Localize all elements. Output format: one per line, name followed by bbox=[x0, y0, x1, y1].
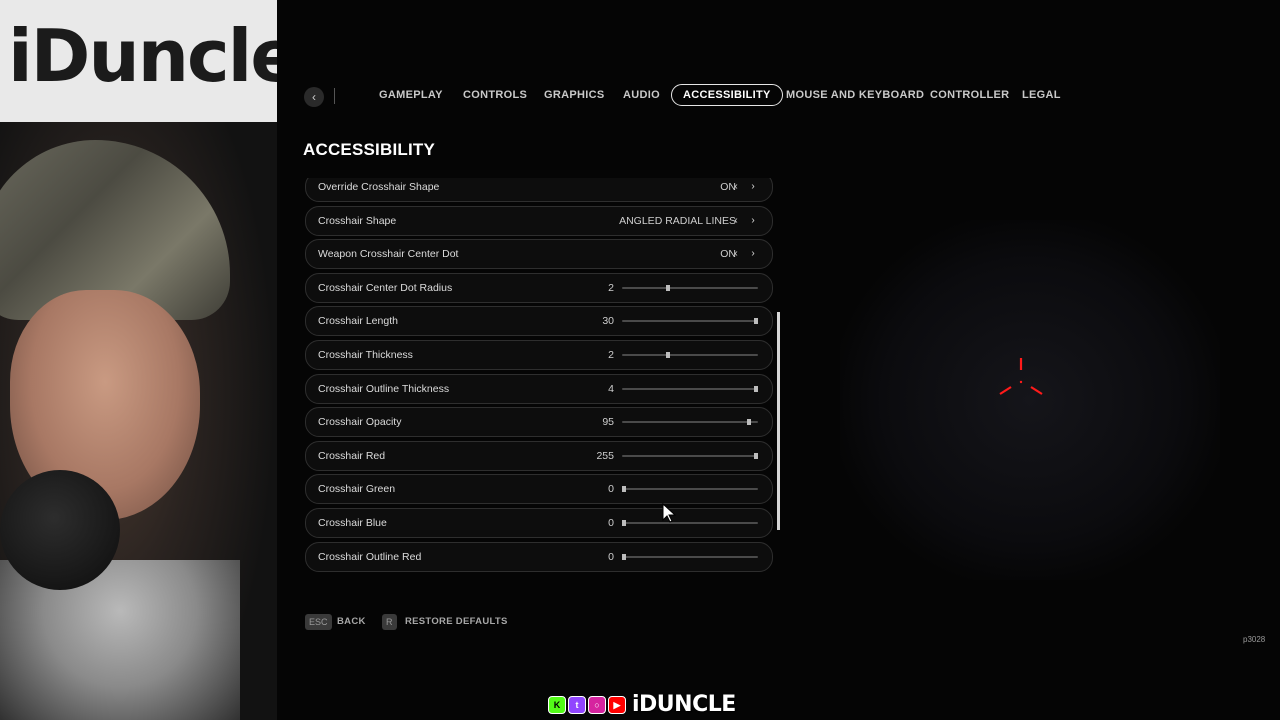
chevron-right-icon[interactable]: › bbox=[747, 180, 759, 194]
setting-label: Crosshair Shape bbox=[318, 214, 397, 227]
slider-track[interactable] bbox=[622, 318, 758, 325]
setting-label: Crosshair Outline Thickness bbox=[318, 382, 450, 395]
instagram-icon: ○ bbox=[588, 696, 606, 714]
setting-value: 2 bbox=[608, 349, 614, 361]
chevron-left-icon[interactable]: ‹ bbox=[730, 180, 742, 194]
esc-key-hint: ESC bbox=[305, 614, 332, 630]
slider-handle[interactable] bbox=[754, 452, 758, 459]
tab-gameplay[interactable]: GAMEPLAY bbox=[379, 84, 443, 106]
setting-label: Crosshair Green bbox=[318, 483, 396, 496]
setting-value: 95 bbox=[602, 416, 614, 429]
chevron-right-icon[interactable]: › bbox=[747, 247, 759, 261]
slider-handle[interactable] bbox=[622, 553, 626, 560]
tab-graphics[interactable]: GRAPHICS bbox=[544, 84, 604, 106]
setting-label: Override Crosshair Shape bbox=[318, 181, 440, 193]
watermark-text: p3028 bbox=[1243, 635, 1266, 644]
mouse-cursor-icon bbox=[662, 503, 676, 523]
list-scrollbar[interactable] bbox=[777, 312, 780, 530]
crosshair-preview-icon bbox=[999, 358, 1043, 395]
tab-divider bbox=[334, 88, 335, 104]
back-nav-button[interactable]: ‹ bbox=[304, 87, 324, 107]
setting-value: 255 bbox=[596, 449, 614, 462]
setting-row-crosshair-opacity[interactable]: Crosshair Opacity 95 bbox=[305, 407, 773, 438]
setting-value: 4 bbox=[608, 382, 614, 395]
slider-handle[interactable] bbox=[622, 486, 626, 493]
twitch-icon: t bbox=[568, 696, 586, 714]
setting-label: Weapon Crosshair Center Dot bbox=[318, 248, 459, 261]
setting-value: 0 bbox=[608, 483, 614, 496]
tab-legal[interactable]: LEGAL bbox=[1022, 84, 1061, 106]
r-key-hint: R bbox=[382, 614, 397, 630]
webcam-feed: iDuncle bbox=[0, 0, 277, 720]
slider-handle[interactable] bbox=[666, 352, 670, 358]
slider-track[interactable] bbox=[622, 553, 758, 560]
setting-row-crosshair-center-dot-radius[interactable]: Crosshair Center Dot Radius 2 bbox=[305, 272, 773, 303]
youtube-icon: ▶ bbox=[608, 696, 626, 714]
setting-value: 30 bbox=[602, 315, 614, 328]
tab-mouse-and-keyboard[interactable]: MOUSE AND KEYBOARD bbox=[786, 84, 924, 106]
chevron-left-icon[interactable]: ‹ bbox=[730, 214, 742, 228]
slider-handle[interactable] bbox=[666, 284, 670, 291]
setting-label: Crosshair Thickness bbox=[318, 349, 413, 361]
setting-row-crosshair-green[interactable]: Crosshair Green 0 bbox=[305, 474, 773, 505]
kick-icon: K bbox=[548, 696, 566, 714]
setting-row-crosshair-thickness[interactable]: Crosshair Thickness 2 bbox=[305, 340, 773, 370]
settings-list: Override Crosshair Shape ON ‹ › Crosshair Sh… bbox=[305, 178, 773, 586]
slider-track[interactable] bbox=[622, 352, 758, 358]
slider-handle[interactable] bbox=[622, 520, 626, 526]
setting-value: 0 bbox=[608, 550, 614, 563]
setting-value: 2 bbox=[608, 281, 614, 294]
setting-row-override-crosshair-shape[interactable]: Override Crosshair Shape ON ‹ › bbox=[305, 178, 773, 202]
slider-handle[interactable] bbox=[754, 318, 758, 325]
setting-value: 0 bbox=[608, 517, 614, 529]
setting-row-crosshair-outline-thickness[interactable]: Crosshair Outline Thickness 4 bbox=[305, 373, 773, 404]
microphone bbox=[0, 470, 120, 590]
setting-row-crosshair-outline-red[interactable]: Crosshair Outline Red 0 bbox=[305, 541, 773, 572]
tab-accessibility[interactable]: ACCESSIBILITY bbox=[671, 84, 783, 106]
slider-track[interactable] bbox=[622, 284, 758, 291]
setting-value: ANGLED RADIAL LINES bbox=[619, 214, 736, 227]
setting-row-crosshair-shape[interactable]: Crosshair Shape ANGLED RADIAL LINES ‹ › bbox=[305, 205, 773, 236]
crosshair-preview-area bbox=[840, 220, 1220, 580]
restore-defaults-button[interactable]: RESTORE DEFAULTS bbox=[405, 614, 508, 630]
back-button[interactable]: BACK bbox=[337, 614, 366, 630]
setting-label: Crosshair Red bbox=[318, 449, 386, 462]
slider-handle[interactable] bbox=[754, 385, 758, 392]
slider-handle[interactable] bbox=[747, 419, 751, 426]
setting-row-crosshair-blue[interactable]: Crosshair Blue 0 bbox=[305, 508, 773, 538]
webcam-sign-text: iDuncle bbox=[8, 14, 277, 98]
setting-row-crosshair-red[interactable]: Crosshair Red 255 bbox=[305, 440, 773, 471]
setting-label: Crosshair Length bbox=[318, 315, 398, 328]
slider-track[interactable] bbox=[622, 385, 758, 392]
setting-row-weapon-crosshair-center-dot[interactable]: Weapon Crosshair Center Dot ON ‹ › bbox=[305, 239, 773, 270]
slider-track[interactable] bbox=[622, 452, 758, 459]
slider-track[interactable] bbox=[622, 419, 758, 426]
page-title: ACCESSIBILITY bbox=[303, 140, 436, 159]
setting-label: Crosshair Outline Red bbox=[318, 550, 422, 563]
tab-controller[interactable]: CONTROLLER bbox=[930, 84, 1009, 106]
chevron-left-icon[interactable]: ‹ bbox=[730, 247, 742, 261]
setting-label: Crosshair Opacity bbox=[318, 416, 402, 429]
setting-label: Crosshair Blue bbox=[318, 517, 387, 529]
social-bar: K t ○ ▶ iDUNCLE bbox=[548, 694, 736, 716]
webcam-sign: iDuncle bbox=[0, 0, 277, 122]
tab-controls[interactable]: CONTROLS bbox=[463, 84, 527, 106]
setting-row-crosshair-length[interactable]: Crosshair Length 30 bbox=[305, 306, 773, 337]
slider-track[interactable] bbox=[622, 486, 758, 493]
streamer-name: iDUNCLE bbox=[632, 692, 736, 717]
slider-track[interactable] bbox=[622, 520, 758, 526]
setting-label: Crosshair Center Dot Radius bbox=[318, 281, 453, 294]
chevron-left-icon: ‹ bbox=[312, 90, 316, 104]
tab-audio[interactable]: AUDIO bbox=[623, 84, 660, 106]
chevron-right-icon[interactable]: › bbox=[747, 214, 759, 228]
